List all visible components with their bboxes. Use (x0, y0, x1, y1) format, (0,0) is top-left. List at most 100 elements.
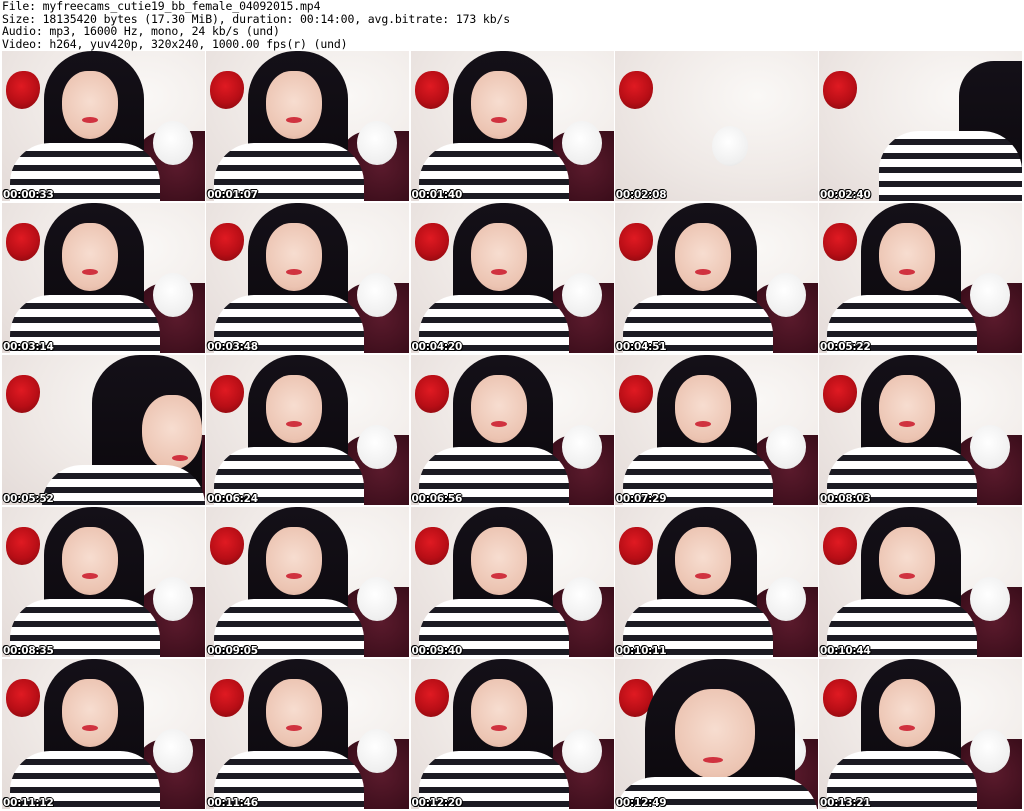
thumbnail-timestamp: 00:10:44 (820, 645, 871, 657)
person-lips (490, 421, 507, 427)
person-face (674, 375, 731, 443)
person-face (266, 527, 323, 595)
video-thumbnail: 00:12:20 (410, 659, 614, 809)
person-face (879, 375, 935, 443)
video-thumbnail: 00:02:40 (819, 51, 1022, 201)
video-thumbnail: 00:11:46 (206, 659, 410, 809)
red-rose-decoration (414, 679, 449, 717)
thumbnail-timestamp: 00:02:08 (615, 189, 667, 201)
thumbnail-timestamp: 00:01:40 (411, 189, 463, 201)
red-rose-decoration (414, 71, 449, 109)
thumbnail-timestamp: 00:08:35 (3, 645, 54, 657)
red-rose-decoration (414, 223, 449, 261)
person-face (674, 689, 755, 779)
thumbnail-timestamp: 00:06:56 (411, 493, 463, 505)
plush-toy (357, 273, 398, 317)
person-lips (490, 573, 507, 579)
person-lips (899, 269, 915, 275)
plush-toy (153, 121, 193, 165)
plush-toy (765, 425, 806, 469)
person-face (674, 223, 731, 291)
thumbnail-timestamp: 00:13:21 (820, 797, 871, 809)
red-rose-decoration (414, 375, 449, 413)
plush-toy (970, 729, 1010, 773)
person-face (266, 679, 323, 747)
plush-toy (561, 729, 602, 773)
video-info-line: Video: h264, yuv420p, 320x240, 1000.00 f… (2, 36, 348, 51)
video-thumbnail: 00:03:48 (206, 203, 410, 353)
video-thumbnail: 00:08:03 (819, 355, 1022, 505)
video-thumbnail: 00:01:07 (206, 51, 410, 201)
person-lips (702, 757, 723, 763)
person-lips (899, 725, 915, 731)
thumbnail-timestamp: 00:03:14 (3, 341, 54, 353)
video-thumbnail: 00:08:35 (2, 507, 205, 657)
file-name-line: File: myfreecams_cutie19_bb_female_04092… (2, 0, 321, 13)
video-thumbnail: 00:06:56 (410, 355, 614, 505)
thumbnail-timestamp: 00:01:07 (207, 189, 258, 201)
thumbnail-timestamp: 00:10:11 (615, 645, 667, 657)
plush-toy (970, 425, 1010, 469)
thumbnail-timestamp: 00:11:46 (207, 797, 258, 809)
person-lips (694, 573, 711, 579)
person-face (266, 375, 323, 443)
person-face (470, 679, 527, 747)
video-thumbnail: 00:01:40 (410, 51, 614, 201)
person-lips (899, 573, 915, 579)
thumbnail-timestamp: 00:06:24 (207, 493, 258, 505)
person-lips (490, 269, 507, 275)
thumbnail-timestamp: 00:02:40 (820, 189, 871, 201)
person-face (266, 71, 323, 139)
video-thumbnail: 00:06:24 (206, 355, 410, 505)
plush-toy (561, 121, 602, 165)
thumbnail-grid: 00:00:33 00:01:07 00:01:40 00:02:08 00:02:40… (2, 51, 1022, 809)
video-thumbnail: 00:12:49 (614, 659, 818, 809)
plush-toy (357, 729, 398, 773)
thumbnail-timestamp: 00:05:22 (820, 341, 871, 353)
plush-toy (357, 577, 398, 621)
thumbnail-timestamp: 00:04:20 (411, 341, 463, 353)
person-face (674, 527, 731, 595)
thumbnail-timestamp: 00:08:03 (820, 493, 871, 505)
person-lips (694, 421, 711, 427)
thumbnail-timestamp: 00:05:52 (3, 493, 54, 505)
thumbnail-timestamp: 00:07:29 (615, 493, 667, 505)
plush-toy (153, 577, 193, 621)
video-thumbnail: 00:04:20 (410, 203, 614, 353)
video-thumbnail: 00:09:40 (410, 507, 614, 657)
plush-toy (765, 577, 806, 621)
person-face (879, 679, 935, 747)
thumbnail-timestamp: 00:04:51 (615, 341, 667, 353)
video-thumbnail: 00:09:05 (206, 507, 410, 657)
video-thumbnail: 00:00:33 (2, 51, 205, 201)
plush-toy (711, 126, 748, 166)
person-face (62, 71, 118, 139)
thumbnail-timestamp: 00:11:12 (3, 797, 54, 809)
plush-toy (357, 121, 398, 165)
thumbnail-timestamp: 00:09:05 (207, 645, 258, 657)
thumbnail-timestamp: 00:03:48 (207, 341, 258, 353)
person-face (879, 223, 935, 291)
person-lips (490, 117, 507, 123)
video-thumbnail: 00:02:08 (614, 51, 818, 201)
person-lips (82, 117, 98, 123)
thumbnail-timestamp: 00:00:33 (3, 189, 54, 201)
video-thumbnail: 00:11:12 (2, 659, 205, 809)
person-face (879, 527, 935, 595)
plush-toy (153, 273, 193, 317)
video-thumbnail: 00:05:22 (819, 203, 1022, 353)
person-face (470, 223, 527, 291)
person-face (266, 223, 323, 291)
plush-toy (153, 729, 193, 773)
person-lips (490, 725, 507, 731)
video-thumbnail: 00:13:21 (819, 659, 1022, 809)
plush-toy (970, 577, 1010, 621)
person-face (470, 375, 527, 443)
red-rose-decoration (414, 527, 449, 565)
thumbnail-timestamp: 00:12:20 (411, 797, 463, 809)
person-face (62, 527, 118, 595)
person-lips (694, 269, 711, 275)
video-thumbnail: 00:04:51 (614, 203, 818, 353)
plush-toy (765, 273, 806, 317)
person-lips (172, 455, 188, 461)
